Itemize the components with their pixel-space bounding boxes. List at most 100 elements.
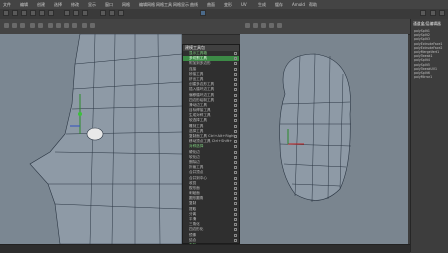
textured-icon[interactable] xyxy=(64,23,69,28)
menu-item-label: 硬化边 xyxy=(189,149,200,154)
option-box-icon[interactable] xyxy=(234,233,237,237)
option-box-icon[interactable] xyxy=(234,129,237,133)
option-box-icon[interactable] xyxy=(234,150,237,154)
menubar-item[interactable]: 修改 xyxy=(71,2,79,8)
menu-item-label: 偏移循环边工具 xyxy=(189,92,215,97)
menubar-item[interactable]: 显示 xyxy=(88,2,96,8)
option-box-icon[interactable] xyxy=(234,103,237,107)
camera-icon[interactable] xyxy=(4,23,9,28)
option-box-icon[interactable] xyxy=(234,98,237,102)
wireframe-icon-right[interactable] xyxy=(261,23,266,28)
menubar-item[interactable]: 创建 xyxy=(37,2,45,8)
menubar-item[interactable]: 网格工具 xyxy=(156,2,172,8)
sign-in-icon[interactable] xyxy=(420,10,426,16)
image-plane-icon[interactable] xyxy=(20,23,25,28)
option-box-icon[interactable] xyxy=(234,223,237,227)
option-box-icon[interactable] xyxy=(234,140,237,144)
menubar-item[interactable]: UV xyxy=(241,2,247,7)
snap-grid-icon[interactable] xyxy=(64,10,70,16)
menubar-item[interactable]: 曲面 xyxy=(207,2,215,8)
menubar-item[interactable]: 曲线 xyxy=(190,2,198,8)
menubar-item[interactable]: 窗口 xyxy=(105,2,113,8)
option-box-icon[interactable] xyxy=(234,109,237,113)
option-box-icon[interactable] xyxy=(234,186,237,190)
snap-curve-icon[interactable] xyxy=(73,10,79,16)
select-tool-icon[interactable] xyxy=(3,10,9,16)
option-box-icon[interactable] xyxy=(234,88,237,92)
menubar-item[interactable]: 变形 xyxy=(224,2,232,8)
rotate-tool-icon[interactable] xyxy=(39,10,45,16)
option-box-icon[interactable] xyxy=(234,238,237,242)
option-box-icon[interactable] xyxy=(234,83,237,87)
menu-item-label: 平滑 xyxy=(189,217,197,221)
menubar-item[interactable]: 选择 xyxy=(54,2,62,8)
history-node[interactable]: polyMirror1 xyxy=(411,75,448,79)
option-box-icon[interactable] xyxy=(234,166,237,170)
option-box-icon[interactable] xyxy=(234,52,237,55)
camera-icon-right[interactable] xyxy=(245,23,250,28)
option-box-icon[interactable] xyxy=(234,62,237,66)
option-box-icon[interactable] xyxy=(234,197,237,201)
option-box-icon[interactable] xyxy=(234,155,237,159)
option-box-icon[interactable] xyxy=(234,145,237,149)
texture-icon-right[interactable] xyxy=(277,23,282,28)
lighting-icon[interactable] xyxy=(72,23,77,28)
menubar-item[interactable]: 帮助 xyxy=(309,2,317,8)
menu-item-label: 楔形面 xyxy=(189,185,200,190)
option-box-icon[interactable] xyxy=(234,72,237,76)
xray-icon[interactable] xyxy=(82,23,87,28)
paint-tool-icon[interactable] xyxy=(21,10,27,16)
perspective-viewport-right[interactable] xyxy=(240,34,408,244)
option-box-icon[interactable] xyxy=(234,114,237,118)
option-box-icon[interactable] xyxy=(234,176,237,180)
render-settings-icon[interactable] xyxy=(118,10,124,16)
option-box-icon[interactable] xyxy=(234,93,237,97)
menu-item-label: 选择工具 xyxy=(189,128,204,133)
scale-tool-icon[interactable] xyxy=(48,10,54,16)
menubar-item[interactable]: 生成 xyxy=(258,2,266,8)
perspective-viewport-left[interactable] xyxy=(0,34,182,244)
workspace-selector-icon[interactable] xyxy=(200,10,206,16)
ipr-render-icon[interactable] xyxy=(109,10,115,16)
option-box-icon[interactable] xyxy=(234,192,237,196)
option-box-icon[interactable] xyxy=(234,218,237,221)
wireframe-icon[interactable] xyxy=(48,23,53,28)
film-gate-icon[interactable] xyxy=(38,23,43,28)
grid-icon[interactable] xyxy=(30,23,35,28)
option-box-icon[interactable] xyxy=(234,67,237,71)
menu-item-label: 连接 xyxy=(189,66,197,71)
menubar-item[interactable]: 编辑网格 xyxy=(139,2,155,8)
menubar-item[interactable]: 文件 xyxy=(3,2,11,8)
option-box-icon[interactable] xyxy=(234,160,237,164)
option-box-icon[interactable] xyxy=(234,207,237,211)
menu-item-label: 收拢 xyxy=(189,180,197,185)
snap-point-icon[interactable] xyxy=(82,10,88,16)
channel-box-icon[interactable] xyxy=(430,10,436,16)
menubar-item[interactable]: 编辑 xyxy=(20,2,28,8)
modeling-toolkit-menu: 建模工具包 显示工具箱 多切割工具 附加到多边形 连接 桥接工具 挤出工具 创建多边形工具插… xyxy=(182,44,240,253)
option-box-icon[interactable] xyxy=(234,57,237,61)
menubar-item[interactable]: 缓存 xyxy=(275,2,283,8)
menubar-item[interactable]: 网格显示 xyxy=(173,2,189,8)
grid-icon-right[interactable] xyxy=(253,23,258,28)
option-box-icon[interactable] xyxy=(234,119,237,123)
option-box-icon[interactable] xyxy=(234,171,237,175)
option-box-icon[interactable] xyxy=(234,202,237,206)
option-box-icon[interactable] xyxy=(234,228,237,232)
option-box-icon[interactable] xyxy=(234,77,237,81)
lasso-tool-icon[interactable] xyxy=(12,10,18,16)
option-box-icon[interactable] xyxy=(234,181,237,185)
move-tool-icon[interactable] xyxy=(30,10,36,16)
option-box-icon[interactable] xyxy=(234,212,237,216)
menubar-item[interactable]: Arnold xyxy=(292,2,305,7)
render-icon[interactable] xyxy=(100,10,106,16)
attribute-editor-icon[interactable] xyxy=(439,10,445,16)
bookmark-icon[interactable] xyxy=(12,23,17,28)
head-front-mesh xyxy=(279,53,352,203)
isolate-icon[interactable] xyxy=(90,23,95,28)
shade-icon-right[interactable] xyxy=(269,23,274,28)
option-box-icon[interactable] xyxy=(234,135,237,138)
option-box-icon[interactable] xyxy=(234,124,237,128)
smooth-shade-icon[interactable] xyxy=(56,23,61,28)
menubar-item[interactable]: 网格 xyxy=(122,2,130,8)
